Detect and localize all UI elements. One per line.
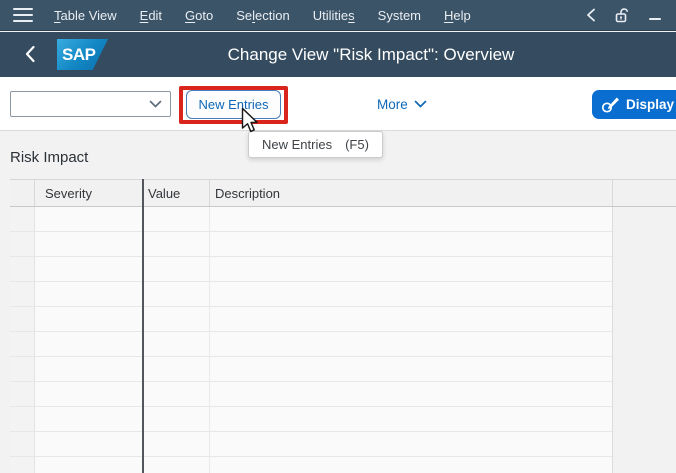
description-cell[interactable]	[210, 407, 612, 431]
column-header-value[interactable]: Value	[143, 180, 210, 206]
table-row	[10, 382, 612, 407]
description-cell[interactable]	[210, 232, 612, 256]
new-entries-button[interactable]: New Entries	[186, 90, 281, 119]
row-selector-cell[interactable]	[10, 357, 35, 381]
value-cell[interactable]	[143, 332, 210, 356]
minimize-icon[interactable]	[648, 8, 662, 22]
new-entries-tooltip: New Entries (F5)	[248, 131, 383, 158]
description-cell[interactable]	[210, 432, 612, 456]
back-icon[interactable]	[24, 45, 36, 63]
display-glasses-pen-icon	[601, 97, 619, 113]
severity-cell[interactable]	[35, 257, 143, 281]
page-title: Change View "Risk Impact": Overview	[227, 44, 515, 64]
table-row	[10, 282, 612, 307]
value-cell[interactable]	[143, 232, 210, 256]
description-cell[interactable]	[210, 332, 612, 356]
column-header-severity[interactable]: Severity	[35, 180, 143, 206]
table-header-row: Severity Value Description	[10, 179, 676, 207]
severity-cell[interactable]	[35, 432, 143, 456]
menu-item-help[interactable]: Help	[444, 8, 471, 23]
row-selector-cell[interactable]	[10, 432, 35, 456]
chevron-down-icon	[149, 100, 162, 108]
display-label: Display	[626, 97, 675, 112]
title-bar: SAP Change View "Risk Impact": Overview	[0, 32, 676, 77]
tooltip-shortcut: (F5)	[345, 137, 369, 152]
risk-impact-table: Severity Value Description	[10, 179, 676, 473]
menu-bar: Table View Edit Goto Selection Utilities…	[0, 0, 676, 31]
description-cell[interactable]	[210, 257, 612, 281]
severity-cell[interactable]	[35, 232, 143, 256]
value-cell[interactable]	[143, 407, 210, 431]
menu-item-table-view[interactable]: Table View	[54, 8, 117, 23]
value-cell[interactable]	[143, 207, 210, 231]
menu-items: Table View Edit Goto Selection Utilities…	[54, 8, 471, 23]
table-body	[10, 207, 613, 473]
severity-cell[interactable]	[35, 382, 143, 406]
display-button[interactable]: Display	[592, 90, 676, 119]
row-selector-cell[interactable]	[10, 282, 35, 306]
column-header-filler	[613, 180, 676, 206]
row-selector-cell[interactable]	[10, 257, 35, 281]
column-header-description[interactable]: Description	[210, 180, 613, 206]
chevron-left-icon[interactable]	[586, 8, 596, 22]
menu-item-selection[interactable]: Selection	[236, 8, 290, 23]
unlock-icon[interactable]	[613, 6, 631, 24]
hamburger-icon[interactable]	[13, 8, 33, 22]
chevron-down-icon	[414, 100, 427, 108]
table-row	[10, 307, 612, 332]
value-cell[interactable]	[143, 432, 210, 456]
table-row	[10, 432, 612, 457]
severity-cell[interactable]	[35, 207, 143, 231]
description-cell[interactable]	[210, 207, 612, 231]
table-row	[10, 357, 612, 382]
table-row	[10, 457, 612, 473]
command-combobox[interactable]	[10, 91, 171, 117]
row-selector-cell[interactable]	[10, 232, 35, 256]
column-header-selector[interactable]	[10, 180, 35, 206]
value-cell[interactable]	[143, 282, 210, 306]
more-button[interactable]: More	[377, 77, 427, 131]
value-cell[interactable]	[143, 382, 210, 406]
severity-cell[interactable]	[35, 357, 143, 381]
menu-item-system[interactable]: System	[378, 8, 421, 23]
row-selector-cell[interactable]	[10, 307, 35, 331]
description-cell[interactable]	[210, 357, 612, 381]
description-cell[interactable]	[210, 282, 612, 306]
value-cell[interactable]	[143, 357, 210, 381]
tooltip-label: New Entries	[262, 137, 333, 152]
menu-item-edit[interactable]: Edit	[140, 8, 162, 23]
description-cell[interactable]	[210, 382, 612, 406]
severity-cell[interactable]	[35, 282, 143, 306]
value-cell[interactable]	[143, 457, 210, 473]
severity-cell[interactable]	[35, 457, 143, 473]
application-toolbar: New Entries More Display	[0, 77, 676, 193]
row-selector-cell[interactable]	[10, 457, 35, 473]
menu-item-goto[interactable]: Goto	[185, 8, 213, 23]
section-title: Risk Impact	[10, 149, 89, 166]
severity-cell[interactable]	[35, 332, 143, 356]
description-cell[interactable]	[210, 457, 612, 473]
row-selector-cell[interactable]	[10, 332, 35, 356]
table-row	[10, 232, 612, 257]
column-divider-line	[142, 179, 144, 473]
severity-cell[interactable]	[35, 407, 143, 431]
description-cell[interactable]	[210, 307, 612, 331]
table-row	[10, 332, 612, 357]
value-cell[interactable]	[143, 307, 210, 331]
row-selector-cell[interactable]	[10, 382, 35, 406]
table-row	[10, 407, 612, 432]
row-selector-cell[interactable]	[10, 407, 35, 431]
menu-item-utilities[interactable]: Utilities	[313, 8, 355, 23]
row-selector-cell[interactable]	[10, 207, 35, 231]
table-row	[10, 257, 612, 282]
severity-cell[interactable]	[35, 307, 143, 331]
content-area: Risk Impact Severity Value Description	[0, 131, 676, 473]
menubar-right-icons	[586, 6, 662, 24]
value-cell[interactable]	[143, 257, 210, 281]
table-row	[10, 207, 612, 232]
more-label: More	[377, 96, 408, 112]
